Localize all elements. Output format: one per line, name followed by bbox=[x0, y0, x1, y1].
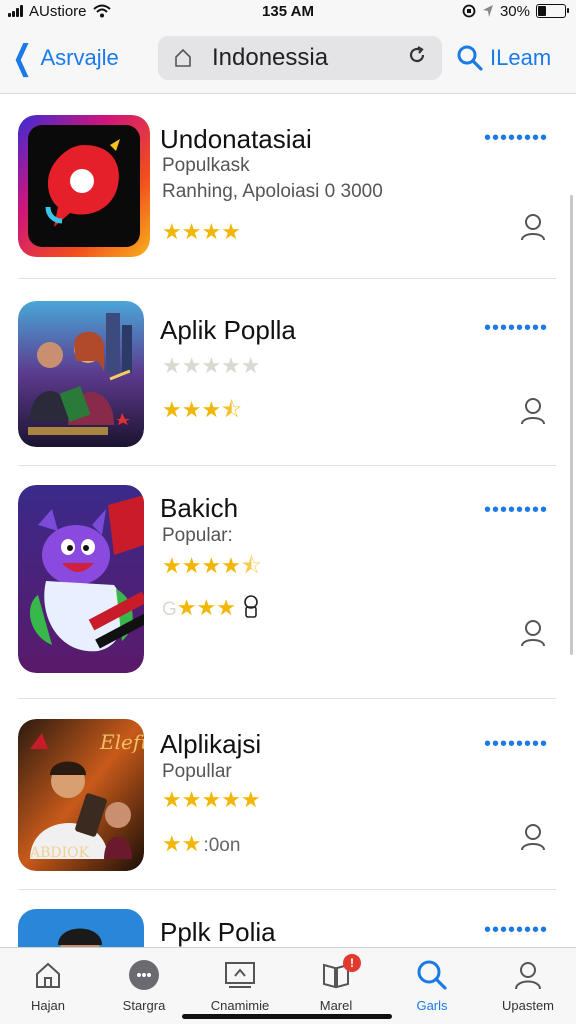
app-title: Aplik Poplla bbox=[160, 315, 296, 345]
home-outline-icon bbox=[172, 48, 194, 68]
hand-tap-icon bbox=[244, 595, 258, 618]
more-options-icon[interactable]: •••••••• bbox=[484, 317, 548, 340]
more-circle-icon bbox=[128, 958, 160, 992]
status-left: AUstiore bbox=[8, 3, 111, 20]
rating-prefix: G bbox=[162, 599, 177, 620]
status-bar: AUstiore 135 AM 30% bbox=[0, 0, 576, 22]
app-title: Undonatasiai bbox=[160, 124, 312, 154]
more-options-icon[interactable]: •••••••• bbox=[484, 127, 548, 150]
rating-stars: ★★★★★ bbox=[162, 787, 261, 812]
app-title: Bakich bbox=[160, 493, 239, 523]
list-item[interactable]: Undonatasiai Populkask Ranhing, Apoloias… bbox=[0, 95, 576, 279]
app-title: Pplk Polia bbox=[160, 917, 276, 947]
rating-suffix: :0on bbox=[203, 835, 241, 856]
more-options-icon[interactable]: •••••••• bbox=[484, 919, 548, 942]
signal-icon bbox=[8, 5, 23, 17]
nav-bar: ❮ Asrvajle Indonessia ILeam bbox=[0, 22, 576, 94]
orientation-lock-icon bbox=[462, 4, 476, 18]
tab-book[interactable]: ! Marel bbox=[288, 948, 384, 1024]
more-options-icon[interactable]: •••••••• bbox=[484, 733, 548, 756]
person-icon bbox=[513, 958, 543, 992]
tab-more[interactable]: Stargra bbox=[96, 948, 192, 1024]
rating-stars: ★★★★ bbox=[162, 219, 241, 244]
list-item[interactable]: Bakich Popular: ★★★★⯪ G★★★ •••••••• bbox=[0, 465, 576, 699]
battery-percent: 30% bbox=[499, 2, 530, 20]
tab-label: Garls bbox=[416, 998, 448, 1013]
tab-profile[interactable]: Upastem bbox=[480, 948, 576, 1024]
tab-slideshow[interactable]: Cnamimie bbox=[192, 948, 288, 1024]
chat-bubble-app-icon bbox=[18, 115, 150, 257]
search-icon bbox=[416, 958, 448, 992]
reload-icon[interactable] bbox=[406, 44, 428, 72]
tab-bar: Hajan Stargra Cnamimie ! Marel Garls Upa… bbox=[0, 947, 576, 1024]
icon-top-text: Elefu bbox=[99, 730, 144, 754]
icon-bottom-text: ABDIOK bbox=[29, 845, 90, 861]
home-indicator bbox=[182, 1014, 392, 1019]
tab-search[interactable]: Garls bbox=[384, 948, 480, 1024]
rating-stars: ★★★⯪ bbox=[162, 397, 243, 422]
app-subtitle-secondary: Ranhing, Apoloiasi 0 3000 bbox=[162, 181, 383, 202]
address-text: Indonessia bbox=[212, 43, 329, 71]
app-subtitle: Popular: bbox=[162, 525, 233, 546]
status-right: 30% bbox=[462, 2, 569, 20]
back-label: Asrvajle bbox=[40, 44, 119, 70]
list-item[interactable]: Pplk Polia •••••••• bbox=[0, 889, 576, 947]
chevron-left-icon: ❮ bbox=[12, 38, 33, 77]
action-movie-app-icon bbox=[18, 301, 144, 447]
list-item[interactable]: Aplik Poplla ★★★★★ ★★★⯪ •••••••• bbox=[0, 279, 576, 466]
carrier-name: AUstiore bbox=[29, 2, 87, 20]
battery-icon bbox=[536, 4, 569, 18]
book-icon: ! bbox=[321, 954, 361, 992]
app-title: Alplikajsi bbox=[160, 729, 262, 759]
tab-label: Stargra bbox=[122, 998, 166, 1013]
location-icon bbox=[482, 5, 493, 17]
address-field[interactable]: Indonessia bbox=[158, 35, 442, 80]
tab-label: Upastem bbox=[501, 998, 555, 1013]
back-button[interactable]: ❮ Asrvajle bbox=[8, 41, 158, 75]
person-icon[interactable] bbox=[520, 619, 546, 647]
app-subtitle: Popullar bbox=[162, 761, 232, 782]
more-options-icon[interactable]: •••••••• bbox=[484, 499, 548, 522]
scrollbar[interactable] bbox=[570, 195, 573, 655]
wifi-icon bbox=[92, 4, 111, 18]
monster-game-app-icon bbox=[18, 485, 144, 673]
person-icon[interactable] bbox=[520, 397, 546, 425]
battery-fill bbox=[538, 6, 546, 16]
rating-stars-secondary: G★★★ bbox=[162, 593, 260, 621]
search-icon bbox=[457, 45, 483, 71]
rating-stars-empty: ★★★★★ bbox=[162, 353, 261, 378]
rating-stars: ★★★★⯪ bbox=[162, 553, 262, 578]
tab-label: Marel bbox=[319, 998, 353, 1013]
learn-button[interactable]: ILeam bbox=[456, 44, 551, 72]
notification-badge: ! bbox=[343, 954, 361, 972]
tab-label: Cnamimie bbox=[210, 998, 270, 1013]
app-subtitle: Populkask bbox=[162, 155, 250, 176]
person-icon[interactable] bbox=[520, 213, 546, 241]
home-icon bbox=[33, 958, 63, 992]
list-item[interactable]: ABDIOK Elefu Alplikajsi Popullar ★★★★★ ★… bbox=[0, 699, 576, 890]
entertainment-app-icon: ABDIOK Elefu bbox=[18, 719, 144, 871]
app-list: Undonatasiai Populkask Ranhing, Apoloias… bbox=[0, 95, 576, 947]
tab-label: Hajan bbox=[31, 998, 65, 1013]
tab-home[interactable]: Hajan bbox=[0, 948, 96, 1024]
rating-stars-secondary: ★★:0on bbox=[162, 831, 241, 856]
profile-app-icon bbox=[18, 909, 144, 947]
slideshow-icon bbox=[223, 958, 257, 992]
person-icon[interactable] bbox=[520, 823, 546, 851]
learn-label: ILeam bbox=[490, 44, 552, 70]
